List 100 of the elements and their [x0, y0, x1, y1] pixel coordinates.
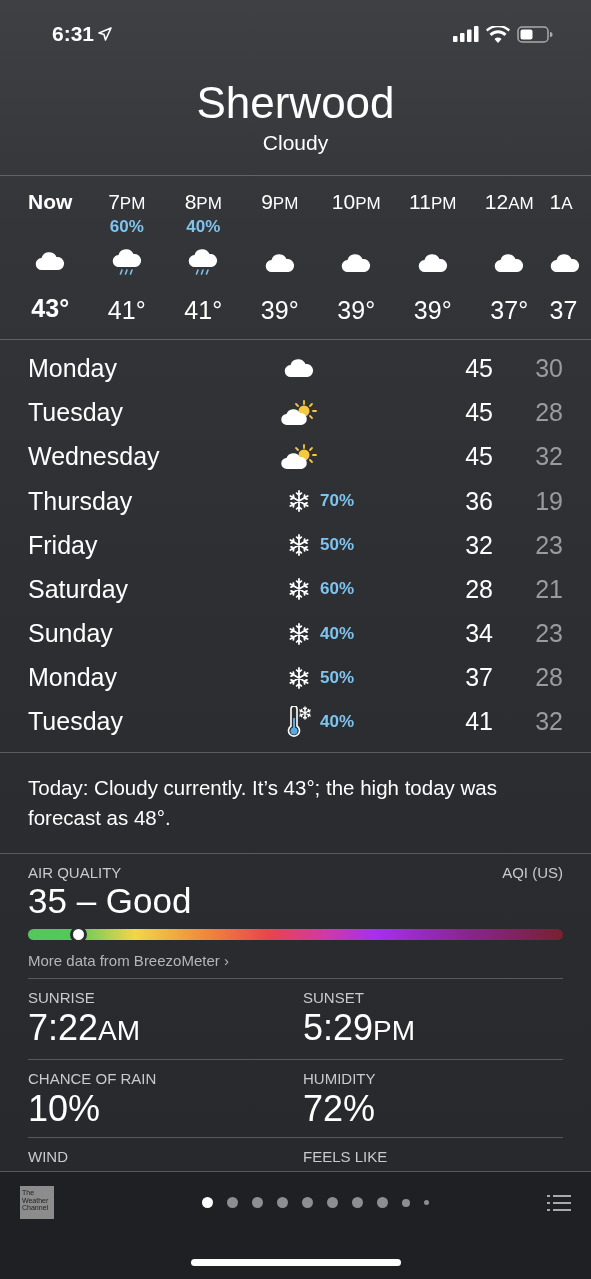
high-temperature: 34 — [464, 619, 493, 649]
page-dot[interactable] — [424, 1200, 429, 1205]
day-name: Tuesday — [28, 707, 124, 737]
hour-label: 7PM — [108, 190, 146, 216]
location-arrow-icon — [98, 27, 113, 42]
wifi-icon — [486, 25, 510, 43]
detail-label: CHANCE OF RAIN — [28, 1070, 158, 1087]
page-dot[interactable] — [327, 1197, 338, 1208]
page-dot[interactable] — [252, 1197, 263, 1208]
day-name: Sunday — [28, 619, 114, 649]
hour-temperature: 39° — [337, 296, 376, 326]
cloud-icon — [494, 254, 525, 273]
low-temperature: 32 — [534, 442, 563, 472]
precipitation-chance: 50% — [320, 667, 355, 687]
snowflake-icon — [287, 489, 311, 513]
hour-label: 8PM — [184, 190, 222, 216]
high-temperature: 28 — [464, 574, 493, 604]
detail-label: SUNSET — [303, 989, 365, 1006]
signal-icon — [453, 26, 479, 43]
page-dot[interactable] — [377, 1197, 388, 1208]
detail-value: 72% — [303, 1087, 377, 1131]
high-temperature: 45 — [464, 353, 493, 383]
day-name: Friday — [28, 530, 99, 560]
day-name: Thursday — [28, 486, 134, 516]
precipitation-chance: 40% — [320, 623, 355, 643]
detail-label: FEELS LIKE — [303, 1148, 389, 1165]
cloud-icon — [341, 254, 372, 273]
hour-temperature: 41° — [107, 296, 146, 326]
status-time: 6:31 — [52, 22, 113, 47]
high-temperature: 37 — [464, 663, 493, 693]
low-temperature: 23 — [534, 619, 563, 649]
rain-cloud-icon — [111, 249, 142, 278]
high-temperature: 45 — [464, 442, 493, 472]
hour-temperature: 37 — [549, 296, 578, 326]
precipitation-chance: 50% — [320, 535, 355, 555]
precipitation-chance: 40% — [320, 711, 355, 731]
detail-label: SUNRISE — [28, 989, 96, 1006]
day-name: Tuesday — [28, 398, 124, 428]
hour-label: 12AM — [484, 190, 534, 216]
low-temperature: 28 — [534, 663, 563, 693]
hour-temperature: 37° — [490, 296, 529, 326]
cloud-icon — [417, 254, 448, 273]
hour-label: 10PM — [331, 190, 381, 216]
detail-value: 7:22AM — [28, 1006, 142, 1050]
precipitation-chance: 40% — [186, 217, 221, 237]
detail-value: 5:29PM — [303, 1006, 417, 1050]
cloud-icon — [264, 254, 295, 273]
snowflake-icon — [287, 621, 311, 646]
sun-behind-cloud-icon — [281, 443, 317, 470]
detail-value: 10% — [28, 1087, 102, 1131]
day-name: Monday — [28, 353, 118, 383]
low-temperature: 21 — [534, 574, 563, 604]
day-name: Saturday — [28, 574, 130, 604]
high-temperature: 41 — [464, 707, 493, 737]
page-dot[interactable] — [202, 1197, 213, 1208]
thermometer-snowflake-icon — [286, 705, 312, 738]
cloud-icon — [35, 252, 66, 271]
snowflake-icon — [287, 665, 311, 690]
battery-icon — [517, 25, 553, 43]
page-dot[interactable] — [302, 1197, 313, 1208]
air-quality-value: 35 – Good — [28, 881, 193, 921]
hour-label: 1A — [549, 190, 573, 216]
high-temperature: 45 — [464, 398, 493, 428]
page-dot[interactable] — [227, 1197, 238, 1208]
cloud-icon — [284, 359, 314, 378]
low-temperature: 28 — [534, 398, 563, 428]
hour-temperature: 39° — [413, 296, 452, 326]
current-condition: Cloudy — [262, 129, 329, 156]
hour-label: 9PM — [261, 190, 299, 216]
page-dot[interactable] — [277, 1197, 288, 1208]
low-temperature: 32 — [534, 707, 563, 737]
detail-label: HUMIDITY — [303, 1070, 377, 1087]
hour-temperature: 43° — [31, 294, 70, 324]
high-temperature: 36 — [464, 486, 493, 516]
precipitation-chance: 60% — [109, 217, 144, 237]
hour-label: Now — [28, 190, 73, 215]
sun-behind-cloud-icon — [281, 399, 317, 426]
day-name: Wednesday — [28, 442, 161, 472]
detail-label: WIND — [28, 1148, 69, 1165]
page-dot[interactable] — [352, 1197, 363, 1208]
hour-temperature: 41° — [184, 296, 223, 326]
day-name: Monday — [28, 663, 118, 693]
hour-temperature: 39° — [260, 296, 299, 326]
low-temperature: 23 — [534, 530, 563, 560]
precipitation-chance: 70% — [320, 491, 355, 510]
city-name: Sherwood — [196, 76, 395, 129]
page-dot[interactable] — [402, 1198, 410, 1207]
breezometer-link[interactable]: More data from BreezoMeter › — [28, 952, 229, 969]
precipitation-chance: 60% — [320, 579, 355, 599]
hour-label: 11PM — [409, 190, 457, 216]
low-temperature: 19 — [534, 486, 563, 516]
forecast-summary: Today: Cloudy currently. It’s 43°; the high today was forecast as 48°. — [27, 775, 498, 831]
snowflake-icon — [287, 533, 311, 558]
low-temperature: 30 — [534, 353, 563, 383]
aqi-scale-label: AQI (US) — [502, 864, 563, 881]
high-temperature: 32 — [464, 530, 493, 560]
snowflake-icon — [287, 577, 311, 602]
list-icon[interactable] — [547, 1193, 571, 1212]
cloud-icon — [549, 254, 580, 273]
rain-cloud-icon — [188, 249, 219, 278]
